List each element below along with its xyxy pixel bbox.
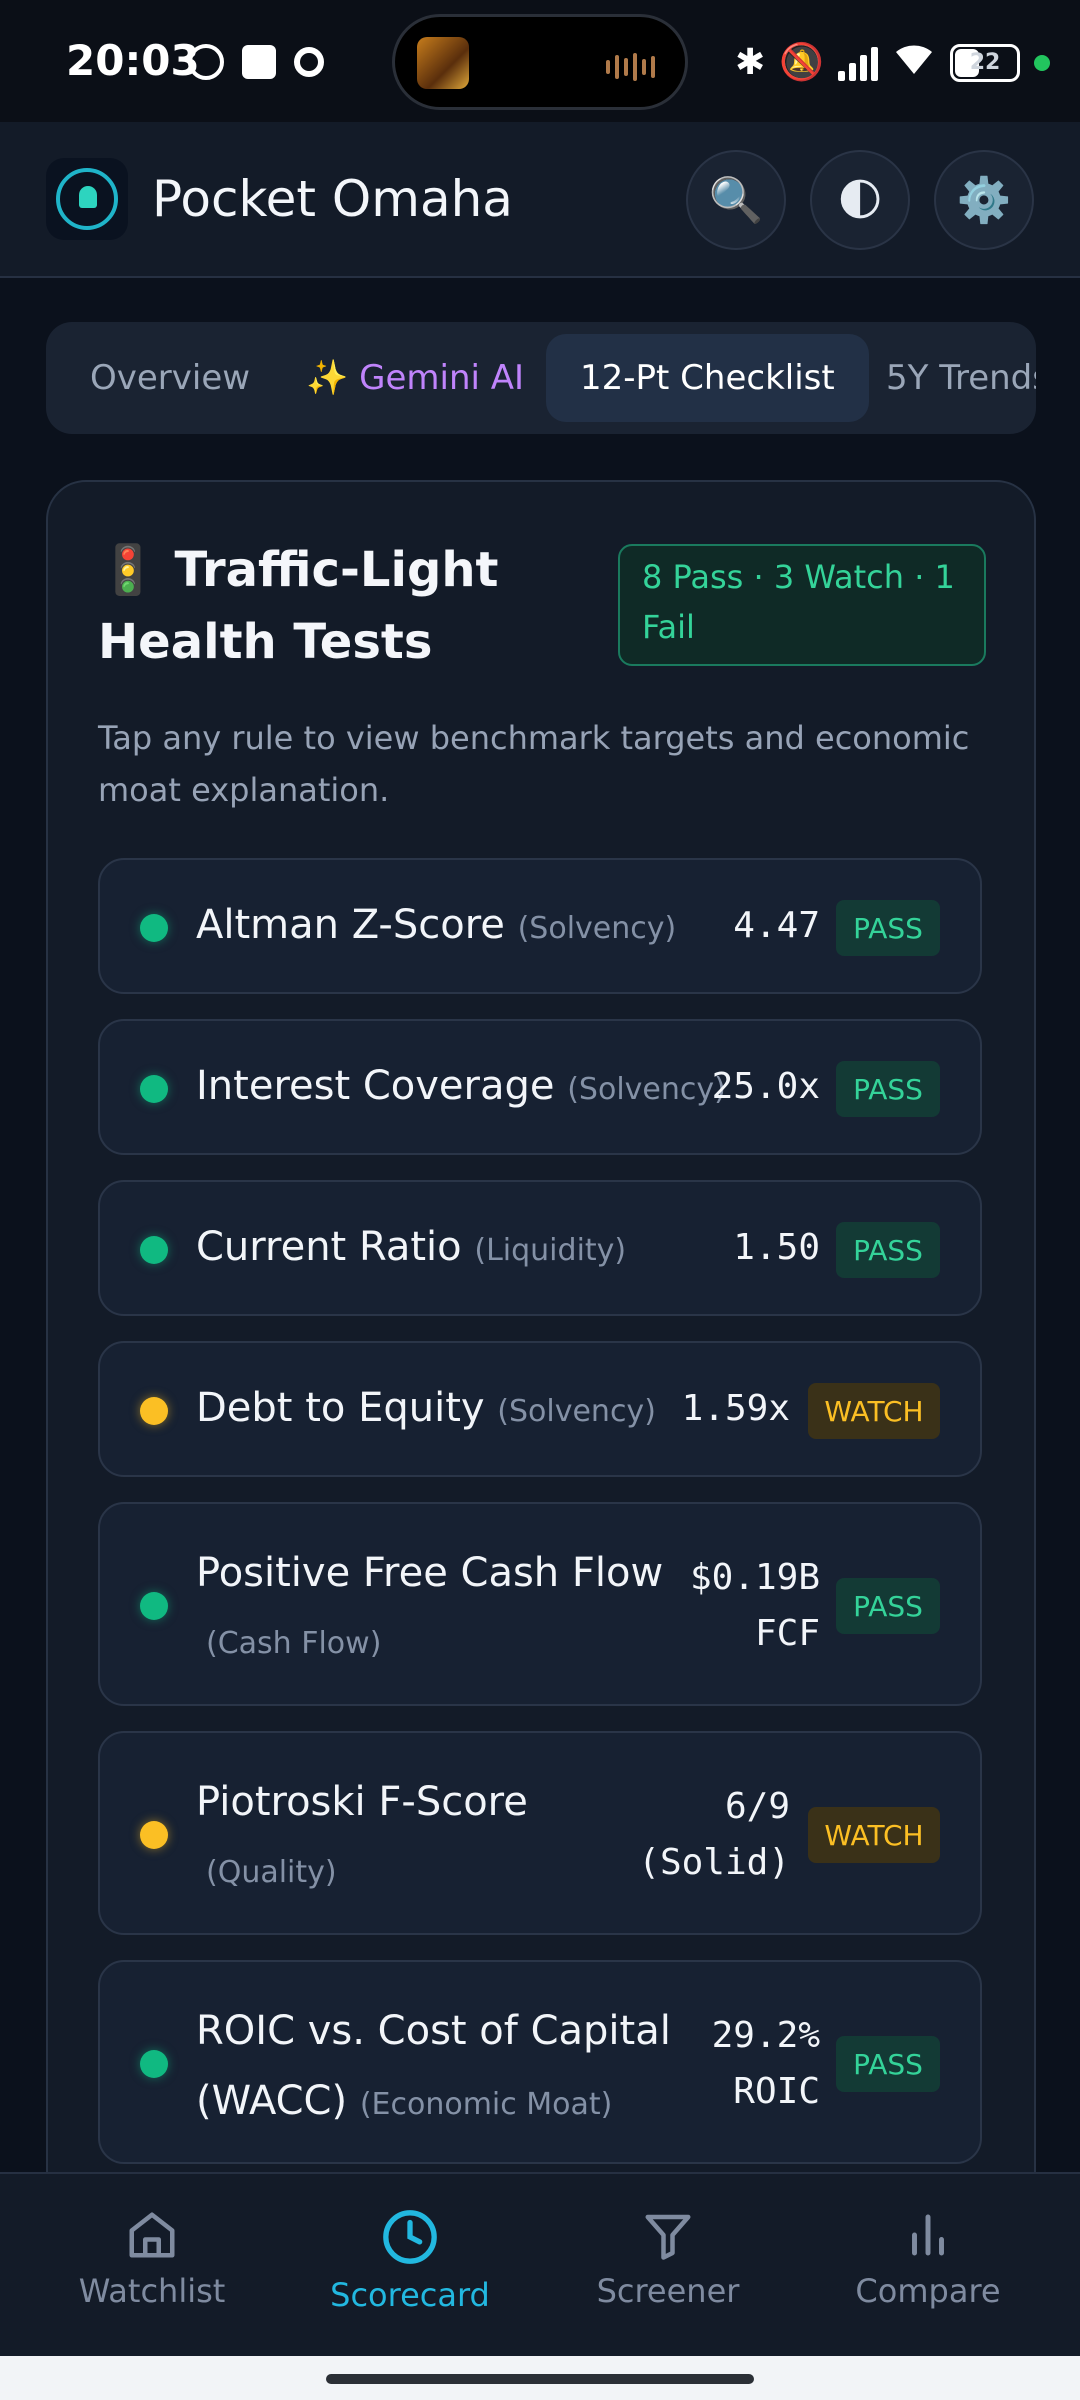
status-dot (140, 1075, 168, 1103)
rule-value: 29.2% ROIC (711, 2015, 820, 2112)
filter-icon (645, 2214, 691, 2260)
card-description: Tap any rule to view benchmark targets a… (98, 719, 970, 809)
rule-name: Interest Coverage (Solvency) (196, 1063, 726, 1109)
rule-name: ROIC vs. Cost of Capital (196, 2008, 671, 2054)
status-dot (140, 2050, 168, 2078)
search-button[interactable]: 🔍 (686, 150, 786, 250)
nav-label: Scorecard (330, 2276, 490, 2314)
nav-label: Watchlist (78, 2272, 226, 2310)
rule-category: (Solvency) (567, 1072, 726, 1107)
gear-icon: ⚙️ (956, 175, 1012, 226)
status-badge: PASS (836, 2036, 940, 2092)
battery-level: 22 (969, 50, 1001, 75)
rule-category: (Economic Moat) (359, 2087, 613, 2122)
mute-icon: 🔕 (779, 41, 824, 83)
moon-icon: 🌓 (837, 174, 883, 226)
bell-icon (79, 186, 97, 208)
notification-icon (188, 44, 224, 80)
nav-screener[interactable]: Screener (568, 2208, 768, 2310)
rule-value: 1.59x (681, 1388, 790, 1429)
chrome-icon (294, 47, 324, 77)
status-badge: WATCH (808, 1383, 940, 1439)
rule-name: Piotroski F-Score (196, 1779, 528, 1825)
nav-compare[interactable]: Compare (828, 2208, 1028, 2310)
rule-category: (Cash Flow) (206, 1626, 382, 1661)
rule-piotroski-f-score[interactable]: Piotroski F-Score (Quality) 6/9 (Solid) … (98, 1731, 982, 1935)
nav-scorecard[interactable]: Scorecard (310, 2208, 510, 2314)
status-badge: PASS (836, 1578, 940, 1634)
tab-overview[interactable]: Overview (90, 322, 250, 434)
rule-interest-coverage[interactable]: Interest Coverage (Solvency) 25.0x PASS (98, 1019, 982, 1155)
status-dot (140, 1236, 168, 1264)
status-badge: PASS (836, 1061, 940, 1117)
rule-debt-to-equity[interactable]: Debt to Equity (Solvency) 1.59x WATCH (98, 1341, 982, 1477)
theme-toggle-button[interactable]: 🌓 (810, 150, 910, 250)
nav-label: Screener (596, 2272, 740, 2310)
rule-value: 4.47 (733, 905, 820, 946)
rule-value: 1.50 (733, 1227, 820, 1268)
nav-label: Compare (855, 2272, 1001, 2310)
rule-name: Current Ratio (Liquidity) (196, 1224, 627, 1270)
tab-12-pt-checklist[interactable]: 12-Pt Checklist (546, 334, 869, 422)
status-icons-right: ✱ 🔕 22 (735, 40, 1050, 85)
app-header: Pocket Omaha 🔍 🌓 ⚙️ (0, 122, 1080, 278)
status-icons-left (188, 44, 324, 80)
status-bar: 20:03 ✱ 🔕 22 (0, 0, 1080, 122)
home-indicator[interactable] (326, 2374, 754, 2384)
bottom-nav: Watchlist Scorecard Screener Compare (0, 2172, 1080, 2356)
rule-name: Altman Z-Score (Solvency) (196, 902, 677, 948)
media-thumbnail-icon (417, 37, 469, 89)
status-dot (140, 1397, 168, 1425)
status-badge: PASS (836, 900, 940, 956)
tab-5y-trends[interactable]: 5Y Trends (886, 322, 1036, 434)
audio-wave-icon (606, 53, 655, 81)
health-tests-card: 🚦 Traffic-Light Health Tests 8 Pass · 3 … (46, 480, 1036, 2280)
status-badge: PASS (836, 1222, 940, 1278)
rule-positive-free-cash-flow[interactable]: Positive Free Cash Flow (Cash Flow) $0.1… (98, 1502, 982, 1706)
rule-value: $0.19B FCF (689, 1557, 820, 1654)
settings-button[interactable]: ⚙️ (934, 150, 1034, 250)
rule-category: (Liquidity) (474, 1233, 627, 1268)
status-time: 20:03 (66, 36, 200, 85)
tab-bar: Overview ✨ Gemini AI 12-Pt Checklist 5Y … (46, 322, 1036, 434)
tab-gemini-ai[interactable]: ✨ Gemini AI (306, 322, 524, 434)
status-dot (140, 1592, 168, 1620)
rule-name: Positive Free Cash Flow (196, 1550, 664, 1596)
status-dot (140, 1821, 168, 1849)
rule-value: 25.0x (711, 1066, 820, 1107)
rule-name-continued: (WACC) (Economic Moat) (196, 2078, 613, 2124)
dynamic-island[interactable] (392, 14, 688, 110)
home-icon (129, 2212, 175, 2258)
clock-icon (383, 2210, 437, 2264)
app-logo (46, 158, 128, 240)
app-notification-icon (242, 45, 276, 79)
status-badge: WATCH (808, 1807, 940, 1863)
privacy-indicator-icon (1034, 54, 1050, 71)
rule-category: (Solvency) (517, 911, 677, 946)
bluetooth-icon: ✱ (735, 41, 766, 83)
rule-name: Debt to Equity (Solvency) (196, 1385, 656, 1431)
wifi-icon (892, 40, 936, 85)
rule-category: (Quality) (206, 1855, 337, 1890)
nav-watchlist[interactable]: Watchlist (52, 2208, 252, 2310)
app-title: Pocket Omaha (152, 170, 513, 228)
rule-roic-vs-wacc[interactable]: ROIC vs. Cost of Capital (WACC) (Economi… (98, 1960, 982, 2164)
signal-icon (838, 45, 878, 81)
rule-altman-z-score[interactable]: Altman Z-Score (Solvency) 4.47 PASS (98, 858, 982, 994)
rule-category: (Solvency) (497, 1394, 656, 1429)
bar-chart-icon (912, 2214, 944, 2256)
card-title: 🚦 Traffic-Light Health Tests (98, 542, 499, 670)
rule-current-ratio[interactable]: Current Ratio (Liquidity) 1.50 PASS (98, 1180, 982, 1316)
battery-icon: 22 (950, 43, 1020, 82)
rule-value: 6/9 (Solid) (638, 1786, 790, 1883)
status-dot (140, 914, 168, 942)
summary-badge: 8 Pass · 3 Watch · 1 Fail (618, 544, 986, 666)
search-icon: 🔍 (708, 175, 764, 226)
